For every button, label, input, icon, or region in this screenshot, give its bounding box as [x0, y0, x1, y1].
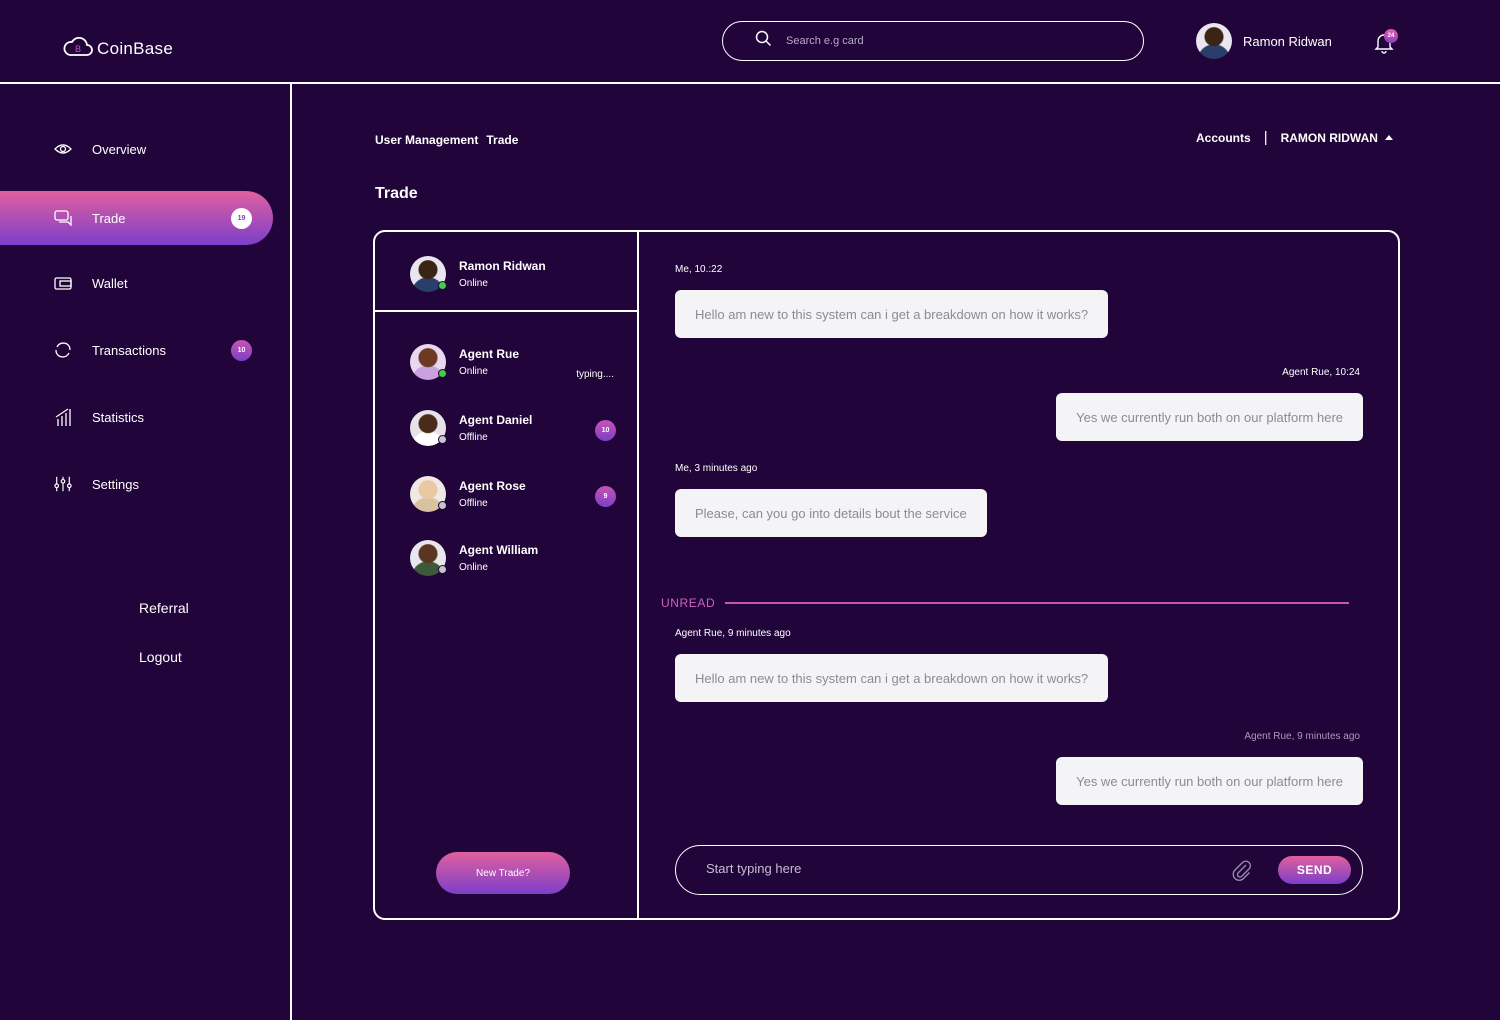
contact-name: Agent Daniel — [459, 413, 533, 427]
contact-agent-rue[interactable]: Agent Rue Online typing.... — [410, 344, 614, 380]
unread-divider-line — [725, 602, 1349, 604]
refresh-icon — [54, 341, 72, 359]
search-bar[interactable] — [722, 21, 1144, 61]
contact-name: Agent William — [459, 543, 539, 557]
new-trade-button[interactable]: New Trade? — [436, 852, 570, 894]
current-user-status: Online — [459, 278, 488, 289]
brand-logo[interactable]: B CoinBase — [63, 33, 173, 64]
trade-chat-panel: Ramon Ridwan Online Agent Rue Online typ… — [373, 230, 1400, 920]
breadcrumb-current: Trade — [486, 133, 519, 147]
contact-avatar — [410, 344, 447, 380]
message-meta: Me, 10.:22 — [675, 264, 723, 275]
breadcrumb: User Management Trade — [375, 133, 518, 147]
contact-avatar — [410, 476, 447, 512]
sidebar-item-label: Wallet — [92, 275, 128, 291]
page-title: Trade — [375, 185, 418, 202]
contact-avatar — [410, 540, 447, 576]
referral-link[interactable]: Referral — [139, 600, 189, 616]
account-name-dropdown[interactable]: RAMON RIDWAN — [1281, 131, 1378, 145]
svg-text:B: B — [75, 44, 81, 54]
contact-status: Offline — [459, 432, 488, 443]
offline-status-dot — [438, 501, 447, 510]
sidebar-item-label: Overview — [92, 141, 147, 157]
accounts-divider: | — [1263, 129, 1268, 146]
sidebar-item-trade[interactable]: Trade 19 — [0, 191, 273, 245]
unread-count-badge: 9 — [595, 486, 616, 507]
wallet-icon — [54, 274, 72, 292]
offline-status-dot — [438, 565, 447, 574]
contacts-panel: Ramon Ridwan Online Agent Rue Online typ… — [375, 232, 639, 918]
message-bubble-incoming: Yes we currently run both on our platfor… — [1056, 757, 1363, 805]
typing-indicator: typing.... — [576, 369, 614, 380]
contact-status: Online — [459, 366, 488, 377]
eye-icon — [54, 140, 72, 158]
contact-name: Agent Rue — [459, 347, 519, 361]
chat-icon — [54, 209, 72, 227]
message-meta: Agent Rue, 10:24 — [1282, 367, 1360, 378]
contact-agent-daniel[interactable]: Agent Daniel Offline 10 — [410, 410, 616, 446]
cloud-b-logo-icon: B — [63, 33, 93, 64]
transactions-count-badge: 10 — [231, 339, 252, 361]
trade-count-badge: 19 — [231, 207, 252, 229]
online-status-dot — [438, 369, 447, 378]
search-input[interactable] — [786, 35, 1086, 47]
user-profile[interactable]: Ramon Ridwan — [1196, 23, 1332, 59]
sidebar-item-overview[interactable]: Overview — [0, 122, 273, 176]
sidebar-item-label: Settings — [92, 476, 139, 492]
current-user-row: Ramon Ridwan Online — [375, 232, 637, 312]
offline-status-dot — [438, 435, 447, 444]
logout-link[interactable]: Logout — [139, 649, 182, 665]
unread-divider-label: UNREAD — [661, 596, 716, 610]
app: B CoinBase Ramon Ridwan 24 Overview — [0, 0, 1500, 1020]
top-header: B CoinBase Ramon Ridwan 24 — [0, 0, 1500, 84]
message-bubble-outgoing: Hello am new to this system can i get a … — [675, 290, 1109, 338]
message-bubble-incoming: Hello am new to this system can i get a … — [675, 654, 1109, 702]
sidebar: Overview Trade 19 Wallet Transactions 10 — [0, 84, 292, 1020]
message-meta: Agent Rue, 9 minutes ago — [1244, 731, 1360, 742]
sidebar-item-wallet[interactable]: Wallet — [0, 256, 273, 310]
sidebar-item-settings[interactable]: Settings — [0, 457, 273, 511]
chart-icon — [54, 408, 72, 426]
accounts-link[interactable]: Accounts — [1196, 131, 1251, 145]
unread-count-badge: 10 — [595, 420, 616, 441]
current-user: Ramon Ridwan Online — [410, 256, 610, 292]
send-button[interactable]: SEND — [1278, 856, 1351, 884]
message-meta: Me, 3 minutes ago — [675, 463, 758, 474]
contact-avatar — [410, 410, 447, 446]
current-user-name: Ramon Ridwan — [459, 259, 546, 273]
sidebar-item-transactions[interactable]: Transactions 10 — [0, 323, 273, 377]
caret-up-icon[interactable] — [1384, 135, 1393, 140]
contact-status: Online — [459, 562, 488, 573]
user-avatar[interactable] — [1196, 23, 1232, 59]
current-user-avatar — [410, 256, 447, 292]
paperclip-icon[interactable] — [1232, 859, 1252, 886]
sliders-icon — [54, 475, 72, 493]
sidebar-item-label: Trade — [92, 210, 126, 226]
sidebar-item-label: Statistics — [92, 409, 145, 425]
contact-name: Agent Rose — [459, 479, 526, 493]
message-meta: Agent Rue, 9 minutes ago — [675, 628, 791, 639]
user-name: Ramon Ridwan — [1243, 33, 1332, 49]
notification-badge: 24 — [1384, 29, 1398, 43]
breadcrumb-section[interactable]: User Management — [375, 133, 478, 147]
sidebar-item-statistics[interactable]: Statistics — [0, 390, 273, 444]
sidebar-item-label: Transactions — [92, 342, 166, 358]
online-status-dot — [438, 281, 447, 290]
contact-agent-william[interactable]: Agent William Online — [410, 540, 610, 576]
message-input[interactable] — [706, 861, 1206, 876]
search-icon — [755, 30, 772, 52]
contact-agent-rose[interactable]: Agent Rose Offline 9 — [410, 476, 616, 512]
message-bubble-outgoing: Please, can you go into details bout the… — [675, 489, 987, 537]
contact-status: Offline — [459, 498, 488, 509]
accounts-bar: Accounts | RAMON RIDWAN — [1196, 129, 1393, 146]
message-bubble-incoming: Yes we currently run both on our platfor… — [1056, 393, 1363, 441]
chat-thread: Me, 10.:22 Hello am new to this system c… — [639, 232, 1400, 918]
message-composer: SEND — [675, 845, 1363, 895]
brand-name: CoinBase — [97, 38, 174, 58]
